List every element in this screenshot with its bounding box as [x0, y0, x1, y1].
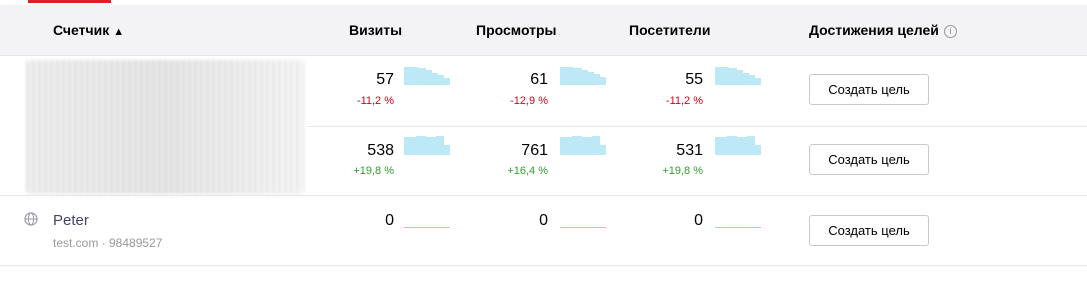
create-goal-button[interactable]: Создать цель — [809, 144, 929, 175]
visits-value: 0 — [385, 212, 394, 229]
counter-meta: test.com · 98489527 — [53, 236, 163, 250]
sort-asc-icon: ▲ — [113, 26, 125, 38]
create-goal-button[interactable]: Создать цель — [809, 74, 929, 105]
row-divider — [308, 126, 1087, 127]
visitors-delta: -11,2 % — [665, 95, 703, 107]
views-value: 61 — [530, 71, 548, 88]
visits-delta: -11,2 % — [356, 95, 394, 107]
visitors-value: 531 — [676, 142, 703, 159]
views-delta: +16,4 % — [507, 165, 548, 177]
active-tab-indicator — [28, 0, 111, 3]
visits-delta: +19,8 % — [353, 165, 394, 177]
visitors-sparkline — [715, 136, 761, 155]
column-header-visitors[interactable]: Посетители — [629, 22, 710, 38]
table-header: Счетчик ▲ Визиты Просмотры Посетители Дос… — [0, 5, 1087, 56]
visits-value: 57 — [376, 71, 394, 88]
column-header-goals-label: Достижения целей — [809, 22, 939, 38]
views-sparkline — [560, 136, 606, 155]
create-goal-button[interactable]: Создать цель — [809, 215, 929, 246]
column-header-views[interactable]: Просмотры — [476, 22, 557, 38]
views-sparkline — [560, 227, 606, 228]
visitors-delta: +19,8 % — [662, 165, 703, 177]
row-divider — [0, 195, 1087, 196]
visits-sparkline — [404, 227, 450, 228]
column-header-counter[interactable]: Счетчик ▲ — [53, 22, 124, 38]
globe-icon — [24, 212, 38, 226]
visitors-value: 0 — [694, 212, 703, 229]
blurred-counter-names — [26, 60, 304, 194]
visitors-sparkline — [715, 67, 761, 85]
column-header-goals[interactable]: Достижения целей i — [809, 22, 957, 38]
visits-value: 538 — [367, 142, 394, 159]
views-value: 0 — [539, 212, 548, 229]
views-sparkline — [560, 67, 606, 85]
visitors-value: 55 — [685, 71, 703, 88]
info-icon[interactable]: i — [943, 25, 957, 38]
visits-sparkline — [404, 136, 450, 155]
views-delta: -12,9 % — [510, 95, 548, 107]
views-value: 761 — [521, 142, 548, 159]
column-header-visits[interactable]: Визиты — [349, 22, 402, 38]
row-divider — [0, 265, 1087, 266]
column-header-counter-label: Счетчик — [53, 22, 110, 38]
visitors-sparkline — [715, 227, 761, 228]
visits-sparkline — [404, 67, 450, 85]
counter-name-link[interactable]: Peter — [53, 212, 89, 229]
